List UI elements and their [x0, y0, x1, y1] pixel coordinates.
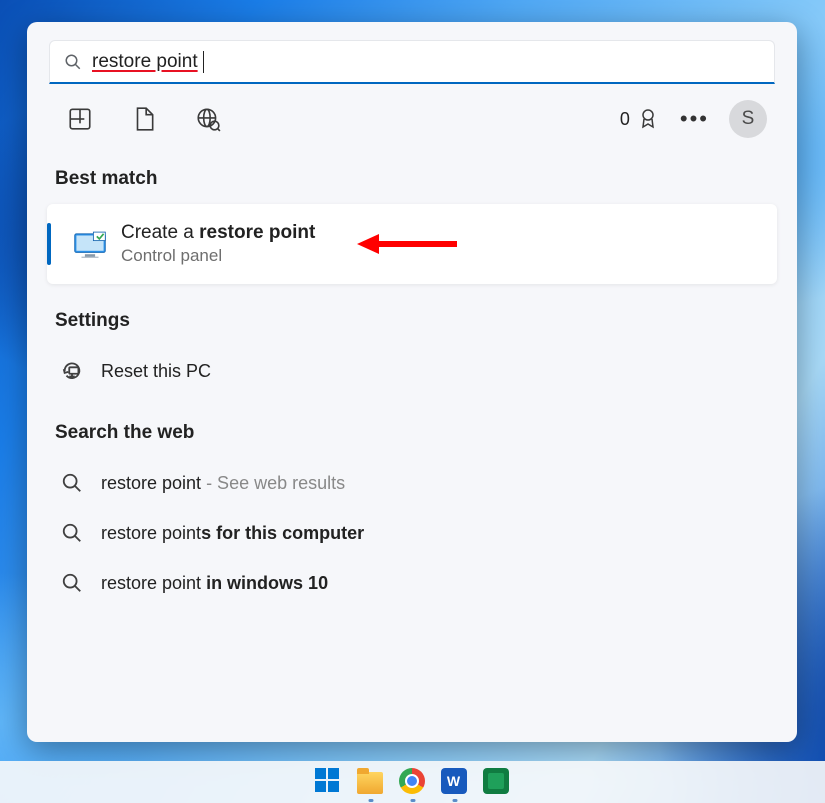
- annotation-arrow: [357, 228, 457, 260]
- file-explorer-app[interactable]: [357, 768, 385, 796]
- word-app[interactable]: W: [441, 768, 469, 796]
- user-avatar[interactable]: S: [729, 100, 767, 138]
- reset-pc-icon: [61, 360, 83, 382]
- apps-filter-icon[interactable]: [67, 106, 93, 132]
- search-icon: [61, 572, 83, 594]
- web-result-2[interactable]: restore point in windows 10: [49, 558, 775, 608]
- rewards-icon: [636, 107, 660, 131]
- search-bar[interactable]: restore point: [49, 40, 775, 84]
- taskbar: W: [0, 761, 825, 803]
- more-options-button[interactable]: •••: [680, 106, 709, 132]
- rewards-badge[interactable]: 0: [620, 107, 660, 131]
- settings-heading: Settings: [49, 284, 775, 346]
- search-icon: [64, 53, 82, 71]
- monitor-restore-icon: [73, 230, 107, 258]
- settings-result-reset-pc[interactable]: Reset this PC: [49, 346, 775, 396]
- web-result-1[interactable]: restore points for this computer: [49, 508, 775, 558]
- best-match-heading: Best match: [49, 142, 775, 204]
- search-icon: [61, 522, 83, 544]
- documents-filter-icon[interactable]: [131, 106, 157, 132]
- web-result-0[interactable]: restore point - See web results: [49, 458, 775, 508]
- web-filter-icon[interactable]: [195, 106, 221, 132]
- search-panel: restore point 0: [27, 22, 797, 742]
- best-match-subtitle: Control panel: [121, 246, 315, 266]
- chrome-app[interactable]: [399, 768, 427, 796]
- selection-accent: [47, 223, 51, 265]
- search-input[interactable]: restore point: [92, 51, 760, 73]
- search-icon: [61, 472, 83, 494]
- best-match-title: Create a restore point: [121, 222, 315, 244]
- filter-toolbar: 0 ••• S: [49, 84, 775, 142]
- best-match-result[interactable]: Create a restore point Control panel: [47, 204, 777, 284]
- app-green[interactable]: [483, 768, 511, 796]
- web-heading: Search the web: [49, 396, 775, 458]
- start-button[interactable]: [315, 768, 343, 796]
